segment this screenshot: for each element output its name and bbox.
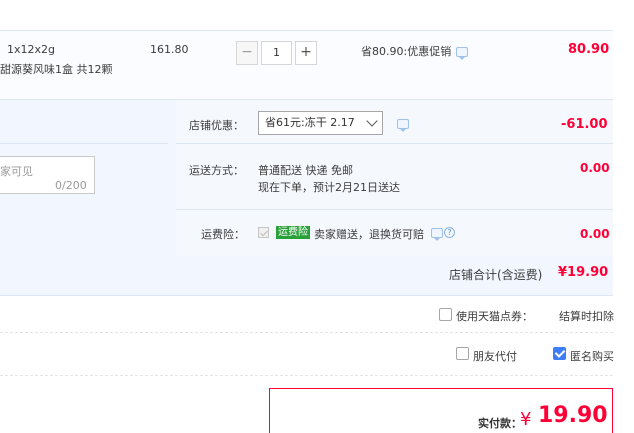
shop-discount-amount: -61.00 (561, 117, 608, 132)
settle-deduct-note: 结算时扣除 (559, 310, 614, 323)
quantity-plus-button[interactable]: + (295, 41, 317, 65)
divider (0, 375, 613, 376)
quantity-stepper: − 1 + (236, 41, 317, 65)
shop-discount-select[interactable]: 省61元:冻干 2.17 (258, 111, 383, 135)
item-spec: 1x12x2g (7, 43, 55, 56)
insurance-text: 卖家赠送，退换货可赔 (314, 228, 424, 241)
divider (0, 332, 613, 333)
anonymous-label: 匿名购买 (570, 350, 614, 363)
shop-total-label: 店铺合计(含运费) (449, 268, 543, 282)
insurance-chat-icon[interactable] (431, 228, 443, 241)
message-to-seller-field[interactable]: 家可见 0/200 (0, 156, 95, 194)
help-icon[interactable]: ? (444, 227, 455, 238)
order-item-row: 1x12x2g 甜源葵风味1盒 共12颗 161.80 − 1 + 省80.90… (0, 30, 613, 100)
quantity-input[interactable]: 1 (261, 41, 292, 65)
item-unit-price: 161.80 (150, 43, 189, 56)
divider (0, 143, 168, 144)
insurance-checkbox (258, 227, 269, 238)
item-total-price: 80.90 (568, 42, 610, 57)
payment-currency: ¥ (520, 409, 532, 430)
divider (176, 209, 613, 210)
shop-discount-label: 店铺优惠： (189, 119, 244, 132)
shop-total-value: ¥19.90 (558, 265, 609, 280)
checkout-page: 1x12x2g 甜源葵风味1盒 共12颗 161.80 − 1 + 省80.90… (0, 0, 634, 433)
friend-pay-label: 朋友代付 (473, 350, 517, 363)
payment-amount: 19.90 (538, 403, 608, 428)
discount-chat-icon[interactable] (397, 119, 409, 132)
shop-total-row: 店铺合计(含运费) ¥19.90 (0, 256, 613, 296)
shop-left-panel-top (0, 100, 168, 144)
shipping-eta: 现在下单，预计2月21日送达 (258, 181, 400, 194)
item-package: 甜源葵风味1盒 共12颗 (0, 63, 113, 76)
shipping-amount: 0.00 (580, 161, 610, 175)
payment-summary-box: 实付款： ¥ 19.90 (269, 388, 613, 433)
shipping-label: 运送方式： (189, 164, 244, 177)
chevron-down-icon (366, 115, 378, 127)
shipping-method: 普通配送 快递 免邮 (258, 164, 353, 177)
message-char-count: 0/200 (55, 179, 87, 192)
insurance-label: 运费险： (201, 228, 245, 241)
message-placeholder: 家可见 (0, 165, 33, 178)
payment-label: 实付款： (478, 417, 522, 430)
item-promotion: 省80.90:优惠促销 (361, 45, 452, 58)
friend-pay-checkbox[interactable] (456, 347, 469, 360)
insurance-amount: 0.00 (580, 227, 610, 241)
tmall-points-checkbox[interactable] (439, 308, 452, 321)
shop-discount-selected: 省61元:冻干 2.17 (265, 116, 355, 129)
insurance-badge: 运费险 (276, 226, 310, 239)
anonymous-checkbox[interactable] (553, 347, 566, 360)
tmall-points-label: 使用天猫点券： (456, 310, 533, 323)
quantity-minus-button[interactable]: − (236, 41, 258, 65)
divider (176, 143, 613, 144)
promo-chat-icon[interactable] (456, 47, 468, 60)
